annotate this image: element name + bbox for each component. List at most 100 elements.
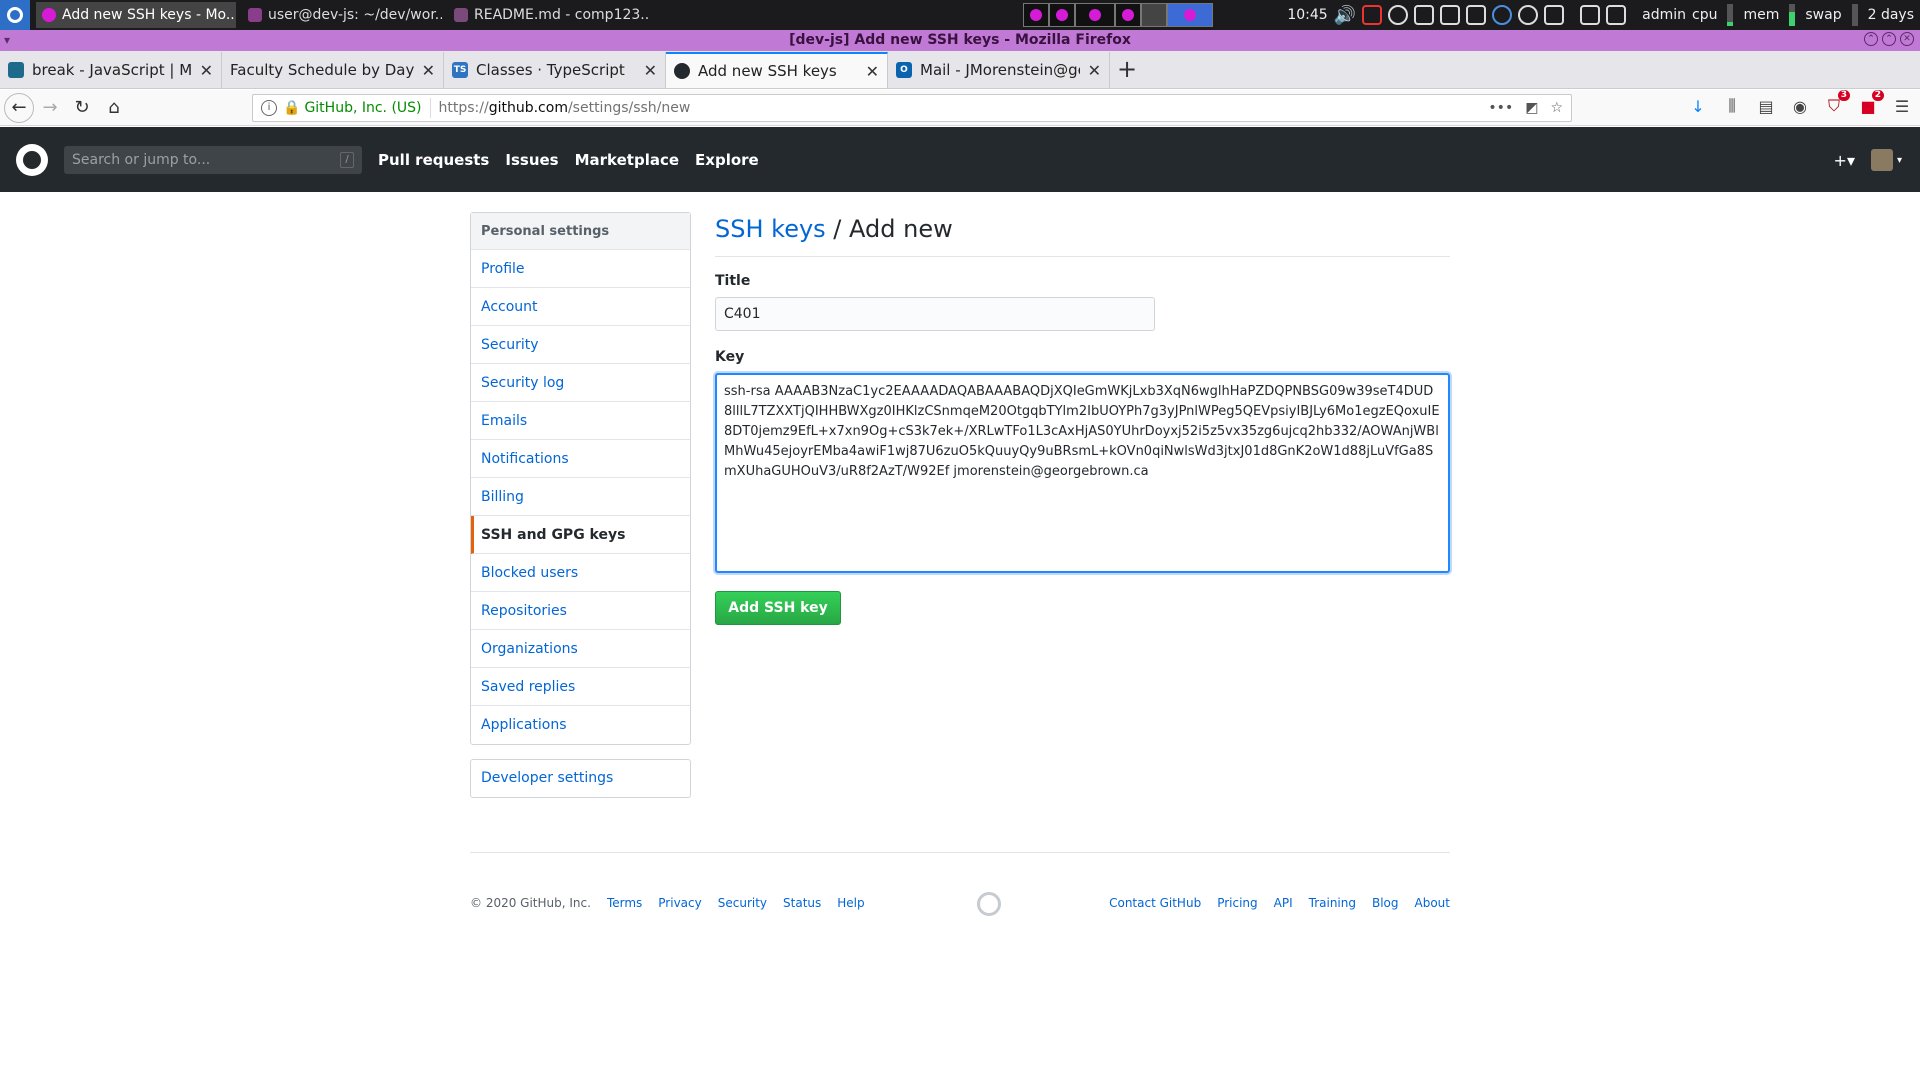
workspace-5[interactable] [1141,3,1167,27]
menu-item-developer-settings[interactable]: Developer settings [470,759,691,798]
maximize-icon[interactable]: ⌃ [1882,32,1896,46]
menu-item-security[interactable]: Security [471,326,690,364]
footer-link-api[interactable]: API [1274,896,1293,910]
url-text[interactable]: https://github.com/settings/ssh/new [439,100,1489,116]
browser-tab[interactable]: break - JavaScript | MDN ✕ [0,52,222,88]
site-identity[interactable]: GitHub, Inc. (US) [304,100,421,116]
uptime: 2 days [1867,7,1914,23]
screenshot-icon[interactable] [1606,5,1627,25]
close-tab-icon[interactable]: ✕ [1088,61,1101,80]
pocket-icon[interactable]: ◩ [1525,100,1538,116]
workspace-2[interactable] [1049,3,1075,27]
usb-icon[interactable] [1440,5,1461,25]
nav-marketplace[interactable]: Marketplace [575,151,679,169]
footer-link-status[interactable]: Status [783,896,821,910]
footer-link-terms[interactable]: Terms [607,896,642,910]
workspace-6[interactable] [1167,3,1213,27]
footer-link-help[interactable]: Help [837,896,864,910]
download-icon[interactable]: ↓ [1688,96,1708,116]
nav-issues[interactable]: Issues [505,151,558,169]
menu-item-ssh-gpg-keys[interactable]: SSH and GPG keys [471,516,690,554]
close-tab-icon[interactable]: ✕ [422,61,435,80]
title-input[interactable] [715,297,1155,331]
menu-item-billing[interactable]: Billing [471,478,690,516]
browser-tab[interactable]: Faculty Schedule by Day and ✕ [222,52,444,88]
taskbar-item-terminal[interactable]: user@dev-js: ~/dev/wor... [242,2,442,28]
lock-icon[interactable]: 🔒 [283,100,300,116]
keyboard-icon[interactable] [1466,5,1487,25]
taskbar-item-editor[interactable]: README.md - comp123... [448,2,648,28]
start-menu-button[interactable] [0,0,30,30]
add-ssh-key-button[interactable]: Add SSH key [715,591,841,625]
workspace-1[interactable] [1023,3,1049,27]
close-tab-icon[interactable]: ✕ [866,62,879,81]
forward-button[interactable]: → [34,92,66,124]
workspace-4[interactable] [1115,3,1141,27]
bookmark-star-icon[interactable]: ☆ [1550,100,1563,116]
menu-item-repositories[interactable]: Repositories [471,592,690,630]
menu-item-organizations[interactable]: Organizations [471,630,690,668]
hamburger-menu-icon[interactable]: ☰ [1892,96,1912,116]
browser-tab[interactable]: TS Classes · TypeScript ✕ [444,52,666,88]
browser-tab[interactable]: O Mail - JMorenstein@georg ✕ [888,52,1110,88]
nav-explore[interactable]: Explore [695,151,759,169]
gear-icon[interactable] [1518,5,1539,25]
breadcrumb-separator: / [825,215,850,243]
window-menu-icon[interactable]: ▾ [4,30,10,51]
info-icon[interactable]: i [261,100,277,116]
nav-pull-requests[interactable]: Pull requests [378,151,489,169]
menu-item-blocked-users[interactable]: Blocked users [471,554,690,592]
menu-item-security-log[interactable]: Security log [471,364,690,402]
menu-item-account[interactable]: Account [471,288,690,326]
extension-icon[interactable]: ■ 2 [1858,90,1884,116]
window-titlebar[interactable]: ▾ [dev-js] Add new SSH keys - Mozilla Fi… [0,30,1920,51]
github-mark-icon[interactable] [977,892,1001,916]
footer-link-contact[interactable]: Contact GitHub [1109,896,1201,910]
vpn-icon[interactable] [1492,5,1513,25]
create-new-icon[interactable]: +▾ [1834,151,1855,170]
volume-icon[interactable]: 🔊 [1334,5,1356,26]
new-tab-button[interactable]: + [1110,52,1144,88]
menu-heading: Personal settings [471,213,690,250]
taskbar-item-firefox[interactable]: Add new SSH keys - Mo... [36,2,236,28]
display-icon[interactable] [1580,5,1601,25]
sidebar-icon[interactable]: ▤ [1756,96,1776,116]
footer-link-privacy[interactable]: Privacy [658,896,701,910]
url-bar[interactable]: i 🔒 GitHub, Inc. (US) https://github.com… [252,94,1572,122]
close-tab-icon[interactable]: ✕ [200,61,213,80]
footer-link-blog[interactable]: Blog [1372,896,1399,910]
footer-link-training[interactable]: Training [1309,896,1356,910]
reload-button[interactable]: ↻ [66,92,98,124]
minimize-icon[interactable]: ⌃ [1864,32,1878,46]
footer-link-about[interactable]: About [1415,896,1450,910]
search-input[interactable]: Search or jump to... / [64,145,362,174]
footer-link-pricing[interactable]: Pricing [1217,896,1257,910]
breadcrumb-ssh-keys[interactable]: SSH keys [715,215,826,243]
workspace-3[interactable] [1075,3,1115,27]
chevron-down-icon: ▾ [1896,154,1902,166]
browser-tab-active[interactable]: Add new SSH keys ✕ [666,52,888,88]
menu-item-saved-replies[interactable]: Saved replies [471,668,690,706]
chrome-icon[interactable] [1388,5,1409,25]
clock: 10:45 [1287,7,1328,23]
close-tab-icon[interactable]: ✕ [644,61,657,80]
user-menu[interactable]: ▾ [1870,149,1902,171]
mdn-icon [8,62,24,78]
library-icon[interactable]: ⫼ [1722,96,1742,116]
github-logo-icon[interactable] [16,143,48,176]
key-textarea[interactable]: ssh-rsa AAAAB3NzaC1yc2EAAAADAQABAAABAQDj… [715,373,1450,573]
home-button[interactable]: ⌂ [98,92,130,124]
clipboard-icon[interactable] [1414,5,1435,25]
footer-link-security[interactable]: Security [718,896,767,910]
menu-item-emails[interactable]: Emails [471,402,690,440]
ublock-icon[interactable]: ⛉ 3 [1824,90,1850,116]
close-icon[interactable]: ✕ [1900,32,1914,46]
menu-item-profile[interactable]: Profile [471,250,690,288]
menu-item-applications[interactable]: Applications [471,706,690,744]
account-icon[interactable]: ◉ [1790,96,1810,116]
notes-icon[interactable] [1544,5,1565,25]
page-actions-icon[interactable]: ••• [1488,100,1513,116]
network-graph-icon[interactable] [1362,5,1383,25]
back-button[interactable]: ← [4,92,34,123]
menu-item-notifications[interactable]: Notifications [471,440,690,478]
